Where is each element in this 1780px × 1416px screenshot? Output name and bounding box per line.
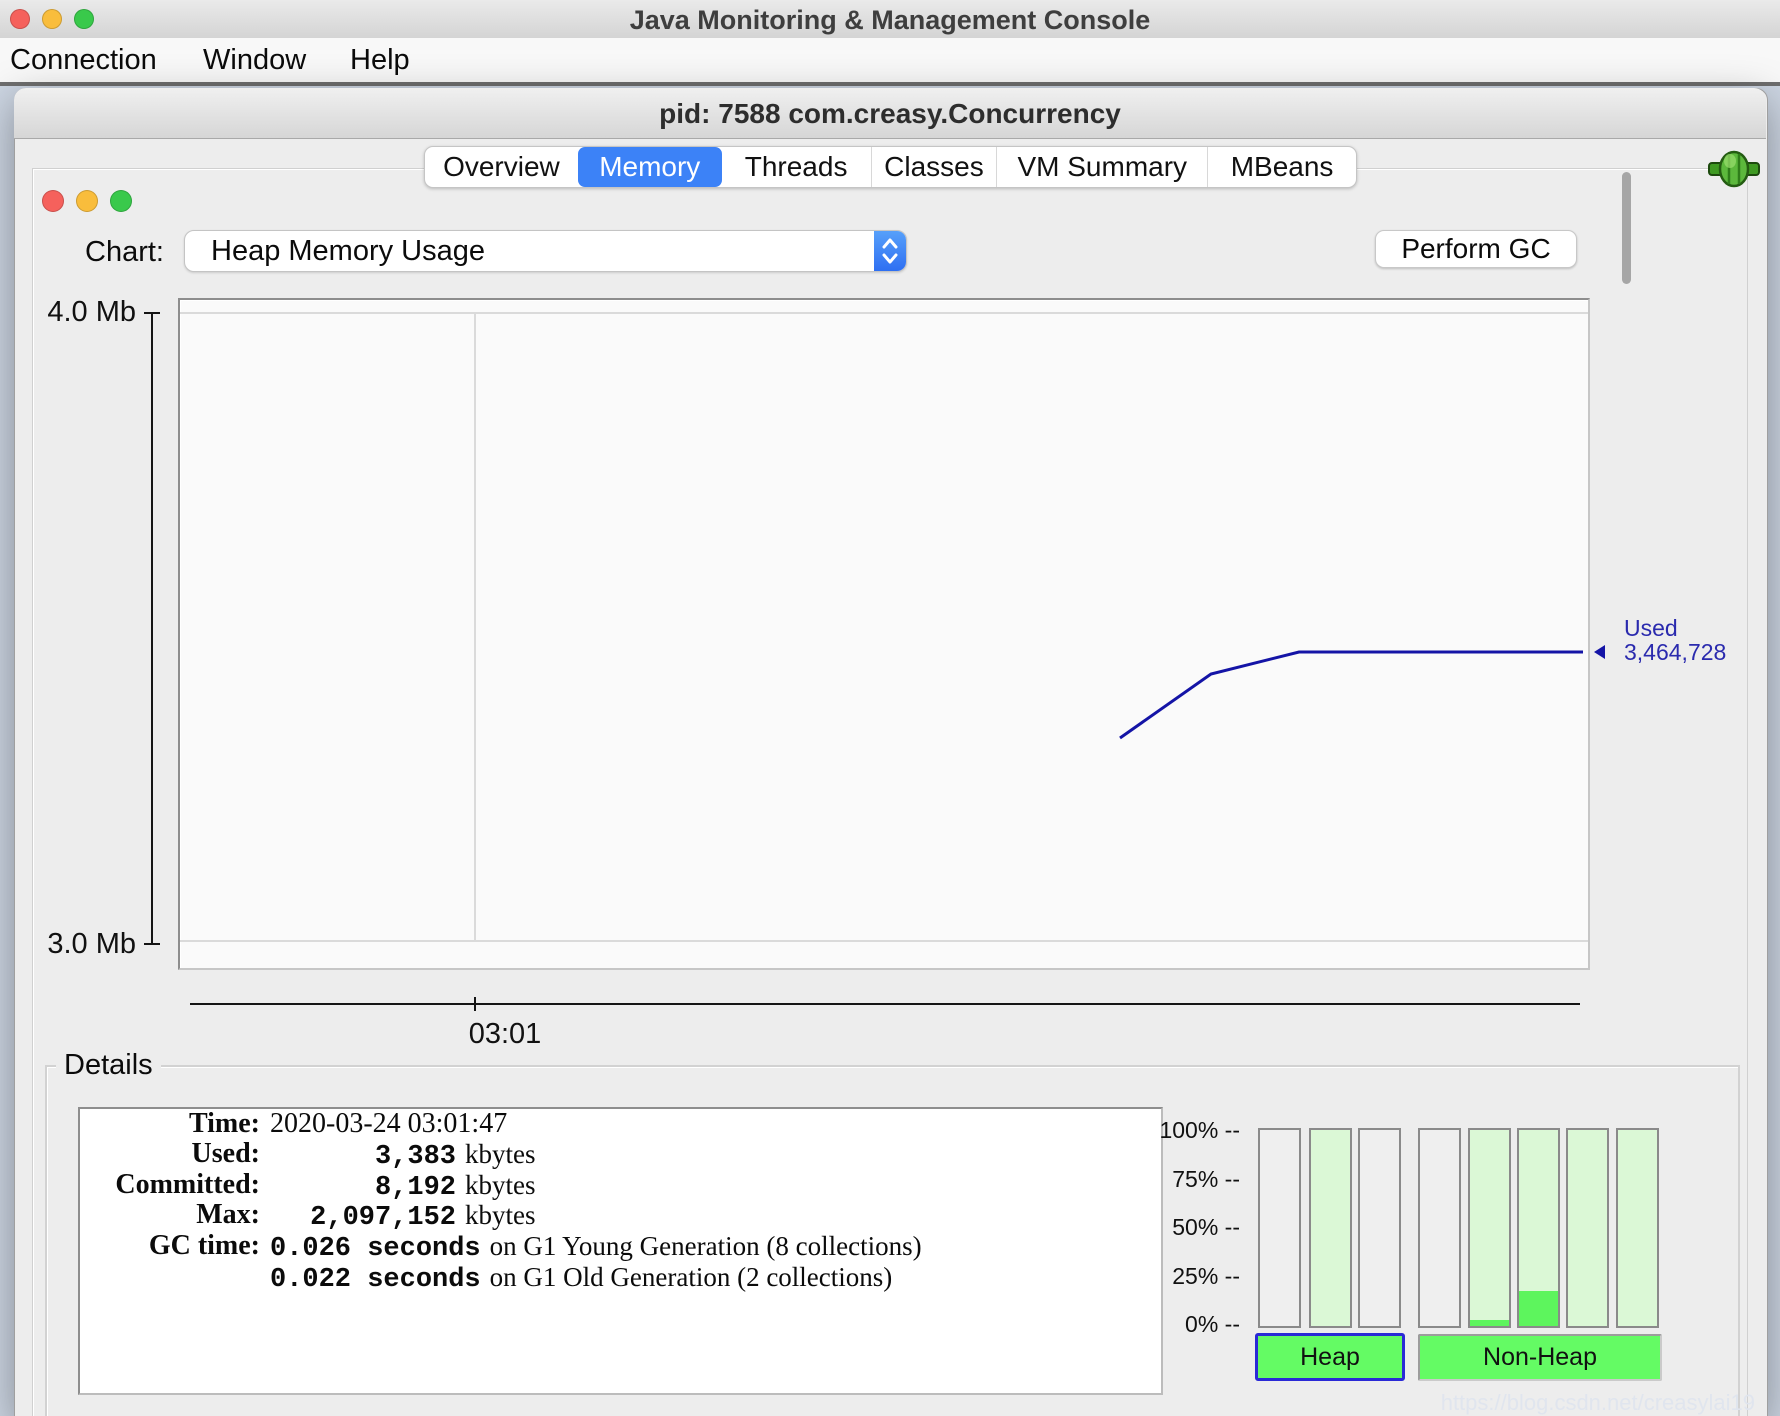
- y-axis-top-tick: [144, 312, 160, 314]
- detail-row-committed: Committed: 8,192kbytes: [80, 1170, 1150, 1200]
- tab-memory[interactable]: Memory: [578, 147, 722, 187]
- heap-button[interactable]: Heap: [1255, 1333, 1405, 1381]
- watermark: https://blog.csdn.net/creasylai19: [1300, 1390, 1755, 1416]
- app-window-title: pid: 7588 com.creasy.Concurrency: [14, 98, 1766, 130]
- menu-help[interactable]: Help: [350, 38, 410, 82]
- nonheap-button[interactable]: Non-Heap: [1418, 1334, 1662, 1381]
- y-axis-bottom-label: 3.0 Mb: [30, 928, 136, 961]
- gauge-scale-75: 75% --: [1130, 1166, 1240, 1193]
- connection-status-plug-icon: [1706, 148, 1762, 190]
- menubar-divider: [0, 82, 1780, 86]
- gauge-bar: [1358, 1128, 1401, 1328]
- series-value-label: 3,464,728: [1624, 640, 1726, 664]
- tab-mbeans[interactable]: MBeans: [1207, 147, 1356, 187]
- gauge-bar: [1309, 1128, 1352, 1328]
- chart-select-stepper-icon[interactable]: [874, 231, 906, 271]
- detail-row-used: Used: 3,383kbytes: [80, 1139, 1150, 1169]
- x-axis-line: [190, 1003, 1580, 1005]
- gauge-bar: [1418, 1128, 1461, 1328]
- gauge-bar: [1616, 1128, 1659, 1328]
- detail-row-max: Max: 2,097,152kbytes: [80, 1200, 1150, 1230]
- x-axis-tick: [474, 997, 476, 1011]
- tab-threads[interactable]: Threads: [722, 147, 871, 187]
- tab-vm-summary[interactable]: VM Summary: [996, 147, 1207, 187]
- menu-connection[interactable]: Connection: [10, 38, 157, 82]
- series-name-label: Used: [1624, 616, 1678, 640]
- chart-select[interactable]: Heap Memory Usage: [184, 230, 907, 272]
- gauge-bar: [1468, 1128, 1511, 1328]
- y-axis-bottom-tick: [144, 943, 160, 945]
- detail-row-gc-old: 0.022 secondson G1 Old Generation (2 col…: [80, 1262, 1150, 1292]
- gauge-scale-25: 25% --: [1130, 1263, 1240, 1290]
- details-legend: Details: [56, 1049, 161, 1082]
- series-arrow-icon: [1594, 645, 1605, 659]
- outer-window-title: Java Monitoring & Management Console: [0, 5, 1780, 36]
- gauge-scale-0: 0% --: [1130, 1311, 1240, 1338]
- menubar: Connection Window Help: [0, 38, 1780, 82]
- menu-window[interactable]: Window: [203, 38, 306, 82]
- screen: Java Monitoring & Management Console Con…: [0, 0, 1780, 1416]
- used-memory-line: [178, 298, 1590, 970]
- gauge-bar: [1517, 1128, 1560, 1328]
- chart-select-value: Heap Memory Usage: [211, 231, 485, 271]
- detail-row-time: Time: 2020-03-24 03:01:47: [80, 1109, 1150, 1139]
- chart-select-label: Chart:: [85, 234, 164, 270]
- gauge-bar: [1566, 1128, 1609, 1328]
- scrollbar-thumb[interactable]: [1622, 172, 1631, 284]
- y-axis-top-label: 4.0 Mb: [30, 296, 136, 329]
- y-axis-line: [151, 313, 153, 945]
- detail-row-gc-young: GC time: 0.026 secondson G1 Young Genera…: [80, 1231, 1150, 1261]
- x-axis-tick-label: 03:01: [445, 1018, 565, 1051]
- tab-classes[interactable]: Classes: [871, 147, 997, 187]
- details-panel: Time: 2020-03-24 03:01:47 Used: 3,383kby…: [78, 1107, 1163, 1395]
- tab-overview[interactable]: Overview: [425, 147, 578, 187]
- perform-gc-button[interactable]: Perform GC: [1375, 230, 1577, 268]
- gauge-scale-50: 50% --: [1130, 1214, 1240, 1241]
- tabbar: Overview Memory Threads Classes VM Summa…: [424, 146, 1357, 188]
- gauge-scale-100: 100% --: [1130, 1117, 1240, 1144]
- gauge-bar: [1258, 1128, 1301, 1328]
